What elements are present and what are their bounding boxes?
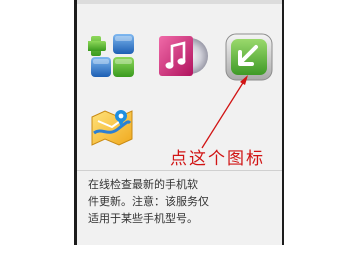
blocks-icon[interactable]: [86, 30, 138, 80]
annotation-label: 点这个图标: [170, 149, 265, 169]
description-line-3: 适用于某些手机型号。: [88, 212, 198, 225]
description-text: 在线检查最新的手机软 件更新。注意：该服务仅 适用于某些手机型号。: [88, 176, 263, 227]
download-arrow-icon[interactable]: [225, 33, 273, 81]
map-icon[interactable]: [88, 103, 136, 149]
panel-left-border: [74, 0, 77, 245]
panel-right-border: [282, 0, 284, 245]
screenshot-stage: 点这个图标 在线检查最新的手机软 件更新。注意：该服务仅 适用于某些手机型号。: [0, 0, 360, 270]
music-note-icon[interactable]: [157, 32, 209, 80]
panel-top-strip: [77, 0, 282, 4]
description-line-1: 在线检查最新的手机软: [88, 178, 198, 191]
description-line-2: 件更新。注意：该服务仅: [88, 195, 209, 208]
panel-divider: [77, 170, 282, 171]
